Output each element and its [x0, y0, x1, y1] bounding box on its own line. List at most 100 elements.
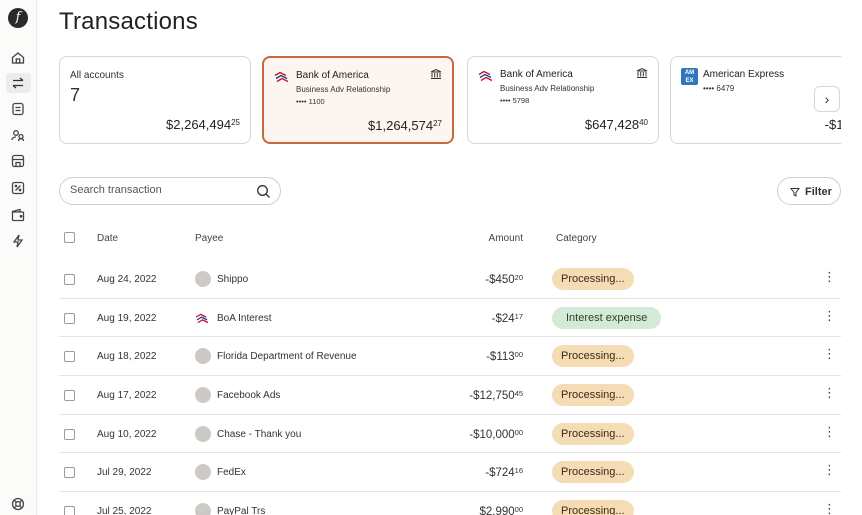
row-payee: Facebook Ads: [217, 390, 281, 402]
row-checkbox[interactable]: [64, 351, 75, 363]
card-amount: $1,264,57427: [368, 118, 442, 133]
more-options-icon[interactable]: ⋮: [823, 347, 836, 362]
row-checkbox[interactable]: [64, 467, 75, 479]
row-payee: PayPal Trs: [217, 506, 266, 515]
row-amount: -$11300: [486, 350, 523, 364]
category-badge[interactable]: Processing...: [552, 268, 634, 290]
card-amount: -$10,587: [824, 117, 841, 132]
card-bank-name: Bank of America: [296, 70, 369, 81]
column-date[interactable]: Date: [97, 233, 118, 244]
account-cards: All accounts 7 $2,264,49425 Bank of Amer…: [59, 56, 841, 144]
card-account-type: Business Adv Relationship: [500, 84, 595, 93]
category-badge[interactable]: Processing...: [552, 422, 634, 445]
category-badge[interactable]: Processing...: [552, 500, 634, 515]
more-options-icon[interactable]: ⋮: [823, 386, 836, 401]
boa-logo-icon: [274, 71, 289, 83]
transactions-table: Date Payee Amount Category Aug 24, 2022 …: [59, 222, 841, 515]
payee-avatar: [195, 464, 211, 481]
home-icon[interactable]: [10, 50, 26, 66]
row-payee: Florida Department of Revenue: [217, 351, 357, 363]
app-logo[interactable]: f: [8, 8, 28, 28]
row-date: Jul 25, 2022: [97, 506, 152, 515]
bank-building-icon: [636, 67, 648, 78]
table-row[interactable]: Aug 24, 2022 Shippo -$45020 Processing..…: [59, 260, 841, 299]
category-badge[interactable]: Processing...: [552, 384, 634, 407]
chevron-right-icon: ›: [824, 91, 830, 107]
filter-button[interactable]: Filter: [777, 177, 841, 205]
transfer-icon[interactable]: [10, 75, 26, 91]
store-icon[interactable]: [10, 153, 26, 169]
row-date: Aug 24, 2022: [97, 274, 157, 285]
search-icon[interactable]: [256, 184, 271, 199]
column-category[interactable]: Category: [556, 233, 597, 244]
users-icon[interactable]: [10, 127, 26, 143]
category-badge[interactable]: Processing...: [552, 461, 634, 484]
table-row[interactable]: Aug 19, 2022 BoA Interest -$2417 Interes…: [59, 299, 841, 338]
boa-logo-icon: [195, 313, 209, 323]
payee-avatar: [195, 387, 211, 404]
row-amount: $2,99000: [479, 505, 523, 515]
card-bank-name: Bank of America: [500, 69, 573, 80]
more-options-icon[interactable]: ⋮: [823, 502, 836, 515]
table-row[interactable]: Aug 17, 2022 Facebook Ads -$12,75045 Pro…: [59, 376, 841, 415]
category-badge[interactable]: Processing...: [552, 345, 634, 368]
filter-icon: [790, 188, 800, 197]
card-label: All accounts: [70, 70, 124, 81]
card-amount: $2,264,49425: [166, 117, 240, 132]
row-date: Aug 17, 2022: [97, 390, 157, 402]
row-checkbox[interactable]: [64, 390, 75, 402]
row-amount: -$12,75045: [469, 389, 523, 403]
row-amount: -$10,00000: [469, 427, 523, 441]
row-date: Aug 19, 2022: [97, 312, 157, 324]
sidebar: f: [0, 0, 37, 515]
row-payee: BoA Interest: [217, 312, 272, 324]
select-all-checkbox[interactable]: [64, 232, 75, 243]
column-payee[interactable]: Payee: [195, 233, 223, 244]
filter-label: Filter: [805, 186, 832, 198]
row-checkbox[interactable]: [64, 428, 75, 440]
search-input[interactable]: [70, 184, 250, 196]
document-icon[interactable]: [10, 101, 26, 117]
card-count: 7: [70, 85, 81, 105]
row-date: Aug 18, 2022: [97, 351, 157, 363]
search-box: [59, 177, 281, 205]
table-row[interactable]: Aug 10, 2022 Chase - Thank you -$10,0000…: [59, 415, 841, 454]
row-checkbox[interactable]: [64, 312, 75, 324]
lightning-icon[interactable]: [10, 233, 26, 249]
payee-avatar: [195, 348, 211, 365]
more-options-icon[interactable]: ⋮: [823, 270, 836, 285]
account-card-boa-5798[interactable]: Bank of America Business Adv Relationshi…: [467, 56, 659, 144]
category-badge[interactable]: Interest expense: [552, 306, 662, 329]
card-account-number: •••• 1100: [296, 97, 325, 106]
row-checkbox[interactable]: [64, 506, 75, 515]
payee-avatar: [195, 425, 211, 442]
account-card-boa-1100[interactable]: Bank of America Business Adv Relationshi…: [262, 56, 454, 144]
row-amount: -$45020: [485, 273, 523, 286]
card-account-number: •••• 6479: [703, 84, 735, 93]
card-account-type: Business Adv Relationship: [296, 85, 391, 94]
row-date: Jul 29, 2022: [97, 467, 152, 479]
table-row[interactable]: Jul 29, 2022 FedEx -$72416 Processing...…: [59, 453, 841, 493]
bank-building-icon: [430, 68, 442, 79]
percent-icon[interactable]: [10, 180, 26, 196]
more-options-icon[interactable]: ⋮: [823, 425, 836, 440]
column-amount[interactable]: Amount: [489, 233, 523, 244]
card-account-number: •••• 5798: [500, 96, 530, 105]
cards-next-button[interactable]: ›: [814, 86, 840, 112]
page-title: Transactions: [59, 8, 198, 35]
wallet-icon[interactable]: [10, 207, 26, 223]
account-card-all[interactable]: All accounts 7 $2,264,49425: [59, 56, 251, 144]
support-icon[interactable]: [10, 496, 26, 512]
payee-avatar: [195, 503, 211, 515]
table-row[interactable]: Aug 18, 2022 Florida Department of Reven…: [59, 337, 841, 377]
row-amount: -$72416: [485, 466, 523, 480]
row-payee: Shippo: [217, 274, 249, 285]
more-options-icon[interactable]: ⋮: [823, 463, 836, 478]
table-row[interactable]: Jul 25, 2022 PayPal Trs $2,99000 Process…: [59, 492, 841, 515]
row-amount: -$2417: [491, 311, 523, 325]
row-checkbox[interactable]: [64, 274, 75, 285]
boa-logo-icon: [478, 70, 493, 82]
card-bank-name: American Express: [703, 69, 785, 80]
row-date: Aug 10, 2022: [97, 428, 157, 440]
more-options-icon[interactable]: ⋮: [823, 309, 836, 324]
